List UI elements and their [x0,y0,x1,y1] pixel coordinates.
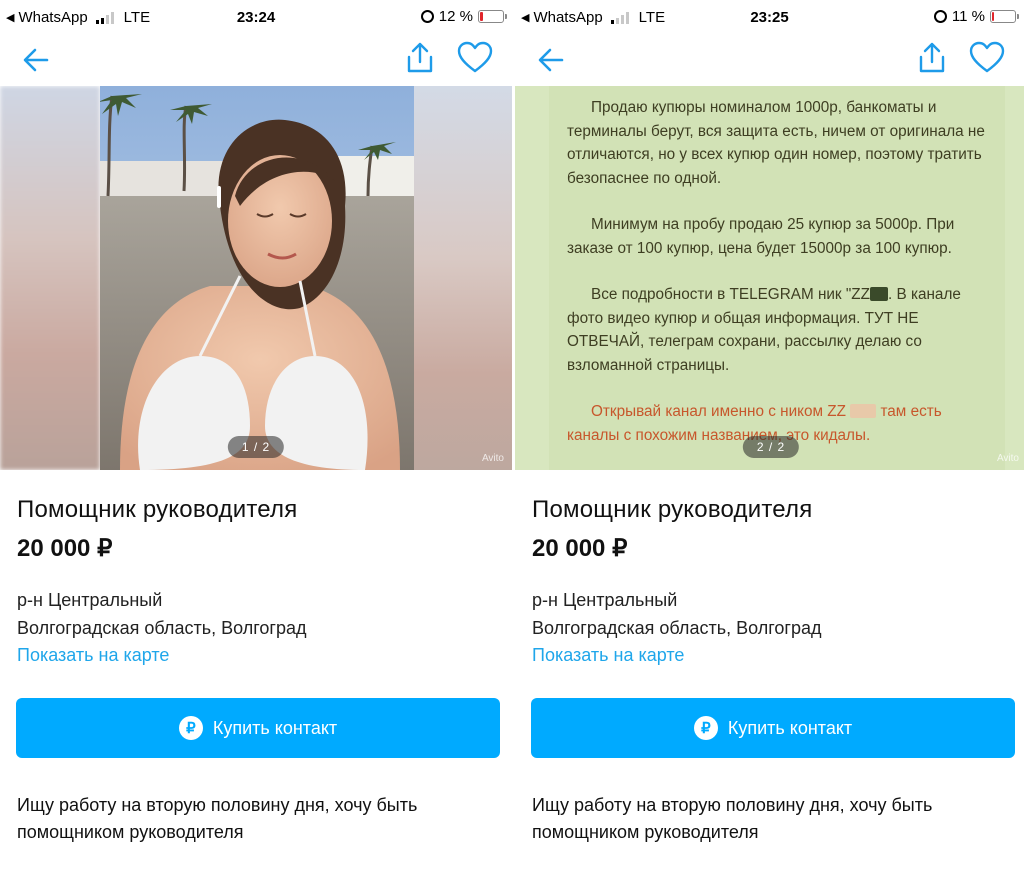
buy-contact-button[interactable]: ₽ Купить контакт [531,698,1015,758]
heart-icon[interactable] [968,40,1006,76]
listing-district: р-н Центральный [532,590,678,610]
status-bar: ◀ WhatsApp LTE 23:24 12 % [0,0,512,34]
note-paragraph-3: Все подробности в TELEGRAM ник "ZZ. В ка… [567,283,995,377]
redaction-mark [870,287,888,301]
listing-photo [100,86,414,470]
screen-note: ◀ WhatsApp LTE 23:25 11 % Продаю купюры … [512,0,1024,870]
battery-fill [992,12,995,21]
photo-gallery[interactable]: Продаю купюры номиналом 1000р, банкоматы… [515,86,1024,470]
listing-price: 20 000 ₽ [532,535,628,562]
gallery-blur-left [0,86,100,470]
alarm-icon [933,10,947,23]
listing-description: Ищу работу на вторую половину дня, хочу … [532,795,933,842]
back-arrow-icon[interactable] [18,42,54,78]
listing-region: Волгоградская область, Волгоград [17,618,307,638]
gallery-counter: 2 / 2 [742,436,800,458]
redaction-mark [850,404,877,418]
ruble-icon: ₽ [693,716,718,740]
buy-contact-label: Купить контакт [212,717,338,738]
listing-title: Помощник руководителя [17,496,298,523]
nav-bar [515,34,1024,86]
status-right: 12 % [420,8,507,25]
show-on-map-link[interactable]: Показать на карте [17,645,169,666]
ruble-icon: ₽ [178,716,203,740]
alarm-icon [420,10,434,23]
battery-percent: 11 % [951,8,985,25]
listing-description: Ищу работу на вторую половину дня, хочу … [17,795,418,842]
gallery-counter: 1 / 2 [227,436,285,458]
nav-bar [0,34,512,86]
battery-percent: 12 % [438,8,473,25]
show-on-map-link[interactable]: Показать на карте [532,645,684,666]
gallery-blur-right [412,86,512,470]
buy-contact-button[interactable]: ₽ Купить контакт [16,698,500,758]
listing-district: р-н Центральный [17,590,163,610]
listing-title: Помощник руководителя [532,496,813,523]
note-paragraph-2: Минимум на пробу продаю 25 купюр за 5000… [567,216,955,257]
photo-gallery[interactable]: 1 / 2 Avito [0,86,512,470]
note-paragraph-4-start: Открывай канал именно с ником ZZ [591,403,846,420]
status-bar: ◀ WhatsApp LTE 23:25 11 % [515,0,1024,34]
share-icon[interactable] [914,40,950,76]
heart-icon[interactable] [456,40,494,76]
buy-contact-label: Купить контакт [727,717,853,738]
status-right: 11 % [933,8,1019,25]
note-text: Продаю купюры номиналом 1000р, банкоматы… [567,96,995,470]
share-icon[interactable] [402,40,438,76]
screen-photo: ◀ WhatsApp LTE 23:24 12 % 1 / 2 Avito По… [0,0,512,870]
note-paragraph-1: Продаю купюры номиналом 1000р, банкоматы… [567,99,985,187]
listing-region: Волгоградская область, Волгоград [532,618,822,638]
battery-icon [990,10,1019,23]
note-paragraph-3-start: Все подробности в TELEGRAM ник "ZZ [591,286,870,303]
back-arrow-icon[interactable] [533,42,569,78]
battery-icon [478,10,507,23]
battery-fill [480,12,483,21]
avito-watermark: Avito [481,453,504,464]
listing-price: 20 000 ₽ [17,535,113,562]
screens: ◀ WhatsApp LTE 23:24 12 % 1 / 2 Avito По… [0,0,1024,870]
avito-watermark: Avito [996,453,1019,464]
